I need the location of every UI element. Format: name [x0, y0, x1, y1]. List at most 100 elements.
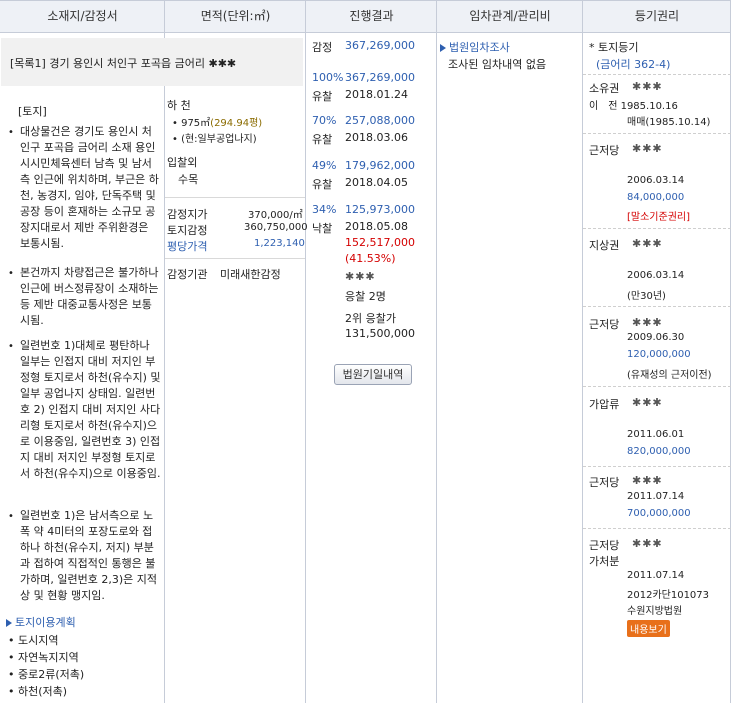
bid-exclusion-label: 입찰외 — [167, 156, 198, 169]
registry-type: 소유권 — [589, 82, 620, 95]
registry-note: (유재성의 근저이전) — [627, 370, 712, 381]
section-label: [토지] — [18, 105, 47, 118]
header-location: 소재지/감정서 — [47, 9, 118, 23]
land-use-link[interactable]: 토지이용계획 — [6, 614, 76, 630]
lease-note: 조사된 임차내역 없음 — [448, 58, 547, 71]
appraisal-label: 감정 — [312, 41, 333, 54]
round-status: 유찰 — [312, 133, 333, 146]
registry-type: 근저당 — [589, 144, 620, 157]
divider — [582, 0, 583, 703]
bidder-count: 응찰 2명 — [345, 290, 386, 303]
appraisal-value: 367,269,000 — [345, 39, 415, 52]
registry-amount: 700,000,000 — [627, 508, 691, 519]
round-date: 2018.01.24 — [345, 88, 408, 101]
registry-date: 2011.06.01 — [627, 429, 685, 440]
registry-holder: ✱✱✱ — [632, 537, 663, 550]
table-header: 소재지/감정서 면적(단위:㎡) 진행결과 임차관계/관리비 등기권리 — [0, 0, 731, 33]
bullet: • — [8, 268, 14, 279]
round-price: 125,973,000 — [345, 203, 415, 216]
registry-detail: (만30년) — [627, 291, 666, 302]
registry-type-2: 가처분 — [589, 555, 620, 568]
winning-ratio: (41.53%) — [345, 252, 396, 265]
avg-price-value: 1,223,140 — [254, 238, 305, 249]
registry-type: 지상권 — [589, 239, 620, 252]
description-1: 대상물건은 경기도 용인시 처인구 포곡읍 금어리 소재 용인시시민체육센터 남… — [20, 125, 159, 250]
registry-holder: ✱✱✱ — [632, 237, 663, 250]
registry-holder: ✱✱✱ — [632, 396, 663, 409]
land-appraisal-value: 360,750,000 — [244, 222, 308, 233]
registry-date: 이 전 1985.10.16 — [589, 101, 678, 112]
header-lease: 임차관계/관리비 — [469, 9, 551, 23]
registry-date: 2011.07.14 — [627, 491, 685, 502]
divider — [165, 197, 305, 198]
round-status: 유찰 — [312, 90, 333, 103]
registry-holder: ✱✱✱ — [632, 80, 663, 93]
registry-date: 2006.03.14 — [627, 270, 685, 281]
divider — [583, 228, 731, 229]
appraisal-unit-label: 감정지가 — [167, 208, 208, 221]
land-registry-label: * 토지등기 — [589, 41, 639, 54]
registry-amount: 120,000,000 — [627, 349, 691, 360]
property-title: [목록1] 경기 용인시 처인구 포곡읍 금어리 ✱✱✱ — [10, 57, 237, 70]
registry-type: 근저당 — [589, 476, 620, 489]
round-pct: 100% — [312, 71, 344, 84]
round-price: 257,088,000 — [345, 114, 415, 127]
view-details-button[interactable]: 내용보기 — [627, 620, 670, 637]
divider — [583, 386, 731, 387]
current-use: • (현:일부공업나지) — [172, 134, 257, 145]
registry-case-number: 2012카단101073 — [627, 590, 710, 601]
round-status: 유찰 — [312, 178, 333, 191]
round-status: 낙찰 — [312, 222, 333, 235]
divider — [583, 528, 731, 529]
registry-amount: 84,000,000 — [627, 192, 685, 203]
header-progress: 진행결과 — [349, 9, 394, 23]
agency-label: 감정기관 — [167, 268, 208, 281]
court-lease-link[interactable]: 법원임차조사 — [440, 39, 510, 55]
second-bid-price: 131,500,000 — [345, 327, 415, 340]
header-area: 면적(단위:㎡) — [200, 9, 271, 23]
registry-type: 근저당 — [589, 318, 620, 331]
triangle-right-icon — [440, 44, 446, 52]
avg-price-label: 평당가격 — [167, 240, 208, 253]
registry-holder: ✱✱✱ — [632, 316, 663, 329]
description-3: 일련번호 1)대체로 평탄하나 일부는 인접지 대비 저지인 부정형 토지로서 … — [20, 339, 161, 480]
land-registry-sub: (금어리 362-4) — [596, 58, 671, 71]
registry-type: 근저당 — [589, 539, 620, 552]
land-type: 하 천 — [167, 99, 191, 112]
round-date: 2018.05.08 — [345, 220, 408, 233]
round-date: 2018.04.05 — [345, 176, 408, 189]
registry-type: 가압류 — [589, 398, 620, 411]
bid-exclusion-item: 수목 — [178, 173, 199, 186]
registry-date: 2006.03.14 — [627, 175, 685, 186]
registry-court: 수원지방법원 — [627, 606, 683, 617]
second-bid-label: 2위 응찰가 — [345, 312, 396, 325]
divider — [583, 466, 731, 467]
divider — [164, 0, 165, 703]
registry-note: [말소기준권리] — [627, 212, 691, 223]
appraisal-unit-value: 370,000/㎡ — [248, 210, 303, 221]
list-item: • 도시지역 — [8, 634, 59, 647]
list-item: • 하천(저촉) — [8, 685, 68, 698]
round-price: 367,269,000 — [345, 71, 415, 84]
round-date: 2018.03.06 — [345, 131, 408, 144]
divider — [583, 74, 731, 75]
registry-detail: 매매(1985.10.14) — [627, 117, 711, 128]
registry-holder: ✱✱✱ — [632, 474, 663, 487]
list-item: • 자연녹지지역 — [8, 651, 79, 664]
divider — [583, 133, 731, 134]
agency-value: 미래새한감정 — [220, 268, 281, 281]
registry-date: 2011.07.14 — [627, 570, 685, 581]
winning-price: 152,517,000 — [345, 236, 415, 249]
court-schedule-button[interactable]: 법원기일내역 — [334, 364, 412, 385]
divider — [583, 306, 731, 307]
divider — [436, 0, 437, 703]
header-registry: 등기권리 — [634, 9, 680, 23]
round-pct: 70% — [312, 114, 337, 127]
registry-date: 2009.06.30 — [627, 332, 685, 343]
description-2: 본건까지 차량접근은 불가하나 인근에 버스정류장이 소재하는 등 제반 대중교… — [20, 266, 159, 327]
land-size: • 975㎡(294.94평) — [172, 118, 263, 129]
round-price: 179,962,000 — [345, 159, 415, 172]
bullet: • — [8, 127, 14, 138]
bullet: • — [8, 511, 14, 522]
triangle-right-icon — [6, 619, 12, 627]
